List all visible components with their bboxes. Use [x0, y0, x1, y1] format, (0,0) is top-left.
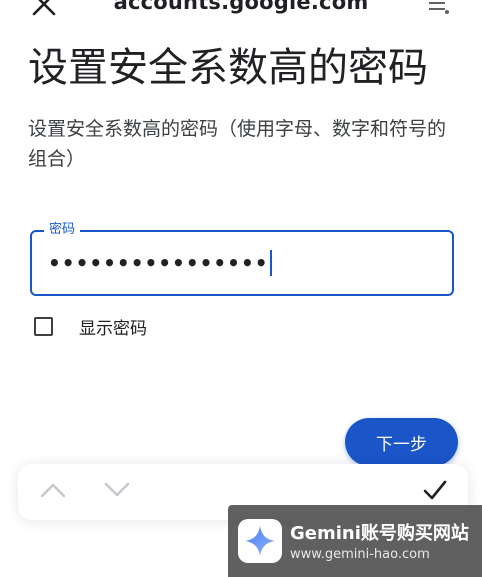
- checkmark-icon: [422, 479, 448, 505]
- chevron-down-icon: [104, 482, 130, 502]
- watermark-title: Gemini账号购买网站: [290, 523, 469, 544]
- text-cursor: [269, 250, 272, 276]
- next-field-button[interactable]: [102, 478, 132, 506]
- gemini-logo-icon: [238, 519, 282, 563]
- password-field-label: 密码: [44, 221, 81, 239]
- password-field[interactable]: 密码 ••••••••••••••••: [30, 221, 454, 296]
- tab-menu-button[interactable]: [420, 0, 456, 22]
- page-title: 设置安全系数高的密码: [28, 45, 428, 91]
- show-password-checkbox[interactable]: [34, 316, 53, 336]
- url-text[interactable]: accounts.google.com: [0, 0, 482, 14]
- done-button[interactable]: [420, 478, 450, 506]
- watermark-banner: Gemini账号购买网站 www.gemini-hao.com: [228, 505, 482, 577]
- chevron-up-icon: [40, 482, 66, 502]
- tab-menu-icon: [426, 0, 450, 19]
- password-input[interactable]: ••••••••••••••••: [48, 246, 408, 280]
- page-subtitle: 设置安全系数高的密码（使用字母、数字和符号的组合）: [28, 118, 447, 170]
- show-password-label: 显示密码: [79, 318, 147, 339]
- next-button[interactable]: 下一步: [345, 418, 458, 466]
- watermark-url: www.gemini-hao.com: [290, 547, 430, 562]
- previous-field-button[interactable]: [38, 478, 68, 506]
- browser-top-bar: accounts.google.com: [0, 0, 482, 26]
- password-value: ••••••••••••••••: [48, 251, 269, 275]
- show-password-option[interactable]: 显示密码: [34, 314, 147, 339]
